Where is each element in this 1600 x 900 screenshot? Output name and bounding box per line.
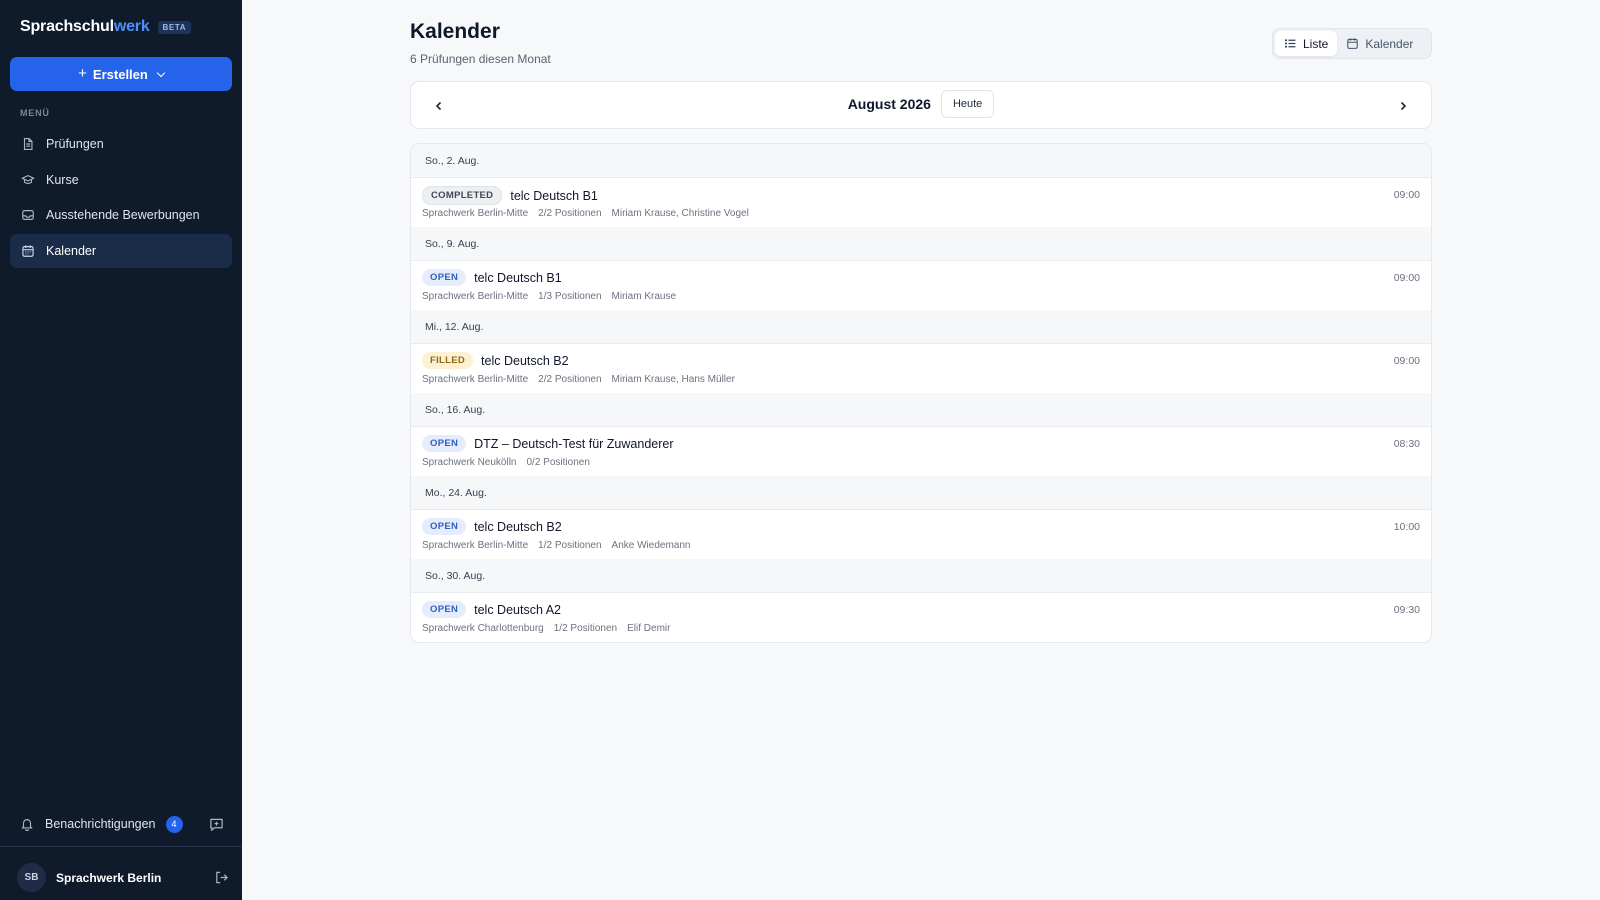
day-header: So., 9. Aug. — [411, 227, 1431, 261]
view-calendar-button[interactable]: Kalender — [1337, 31, 1422, 56]
today-button[interactable]: Heute — [940, 90, 995, 118]
status-badge: OPEN — [422, 518, 467, 535]
exam-positions: 2/2 Positionen — [538, 208, 602, 219]
exam-location: Sprachwerk Neukölln — [422, 457, 517, 468]
exam-title: telc Deutsch A2 — [474, 602, 561, 617]
page-subtitle: 6 Prüfungen diesen Monat — [410, 52, 551, 66]
day-header: So., 16. Aug. — [411, 393, 1431, 427]
create-button-label: Erstellen — [92, 66, 148, 82]
exam-positions: 1/3 Positionen — [538, 291, 602, 302]
graduation-cap-icon — [21, 174, 35, 184]
beta-badge: BETA — [157, 20, 192, 34]
page-title: Kalender — [410, 20, 500, 43]
exam-time: 09:00 — [1393, 355, 1420, 367]
exam-time: 08:30 — [1393, 438, 1420, 450]
list-icon — [1284, 39, 1296, 48]
user-profile[interactable]: SB Sprachwerk Berlin — [17, 863, 229, 892]
exam-people: Miriam Krause, Hans Müller — [611, 374, 735, 385]
chevron-right-icon — [1400, 101, 1407, 111]
exam-positions: 1/2 Positionen — [553, 623, 618, 634]
sidebar-item-label: Kalender — [46, 243, 97, 258]
document-icon — [23, 138, 33, 150]
sidebar-item-pruefungen[interactable]: Prüfungen — [10, 127, 232, 161]
exam-time: 09:00 — [1393, 189, 1420, 201]
exam-time: 09:30 — [1393, 604, 1420, 616]
chevron-down-icon — [156, 68, 166, 77]
sidebar: Sprachschulwerk BETA + Erstellen MENÜ Pr… — [0, 0, 242, 900]
plus-icon: + — [78, 65, 87, 82]
exam-location: Sprachwerk Berlin-Mitte — [422, 208, 529, 219]
avatar: SB — [17, 863, 46, 892]
notifications-link[interactable]: Benachrichtigungen 4 — [20, 812, 224, 836]
exam-location: Sprachwerk Berlin-Mitte — [422, 291, 529, 302]
day-header: So., 2. Aug. — [411, 144, 1431, 178]
exam-positions: 1/2 Positionen — [538, 540, 602, 551]
list-item[interactable]: OPEN telc Deutsch B1 Sprachwerk Berlin-M… — [411, 261, 1431, 310]
exam-people: Miriam Krause, Christine Vogel — [611, 208, 749, 219]
exam-location: Sprachwerk Berlin-Mitte — [422, 540, 529, 551]
exam-title: telc Deutsch B2 — [474, 519, 562, 534]
exam-title: telc Deutsch B1 — [474, 270, 562, 285]
sidebar-item-kurse[interactable]: Kurse — [10, 163, 232, 197]
menu-section-label: MENÜ — [20, 108, 50, 118]
bell-icon — [21, 819, 33, 831]
sidebar-item-bewerbungen[interactable]: Ausstehende Bewerbungen — [10, 198, 232, 232]
exam-people: Miriam Krause — [611, 291, 677, 302]
sidebar-item-label: Prüfungen — [46, 137, 104, 151]
brand-logo[interactable]: Sprachschulwerk BETA — [20, 18, 192, 36]
view-list-label: Liste — [1303, 36, 1329, 51]
exam-time: 10:00 — [1393, 521, 1420, 533]
view-calendar-label: Kalender — [1365, 36, 1414, 51]
day-header: So., 30. Aug. — [411, 559, 1431, 593]
status-badge: COMPLETED — [422, 186, 503, 205]
sidebar-item-label: Ausstehende Bewerbungen — [46, 208, 200, 222]
exam-title: telc Deutsch B2 — [481, 353, 569, 368]
list-item[interactable]: OPEN telc Deutsch A2 Sprachwerk Charlott… — [411, 593, 1431, 642]
current-month: August 2026 — [847, 96, 931, 112]
view-list-button[interactable]: Liste — [1275, 31, 1338, 56]
sidebar-item-label: Kurse — [46, 172, 79, 187]
list-item[interactable]: COMPLETED telc Deutsch B1 Sprachwerk Ber… — [411, 178, 1431, 227]
exam-location: Sprachwerk Charlottenburg — [422, 623, 544, 634]
status-badge: FILLED — [422, 352, 474, 369]
sidebar-item-kalender[interactable]: Kalender — [10, 233, 232, 268]
status-badge: OPEN — [422, 601, 467, 618]
feedback-message-icon[interactable] — [209, 817, 224, 832]
notifications-label: Benachrichtigungen — [45, 817, 156, 831]
brand-name: Sprachschulwerk — [20, 18, 150, 35]
calendar-icon — [22, 244, 34, 257]
month-navigation: August 2026 Heute — [410, 81, 1432, 129]
logout-icon[interactable] — [214, 870, 229, 885]
exam-positions: 2/2 Positionen — [538, 374, 602, 385]
exam-title: DTZ – Deutsch-Test für Zuwanderer — [474, 436, 674, 451]
inbox-icon — [22, 210, 34, 220]
exam-title: telc Deutsch B1 — [510, 188, 598, 203]
sidebar-nav: Prüfungen Kurse Ausstehende Bewerbungen … — [10, 127, 232, 269]
calendar-icon — [1347, 38, 1359, 49]
exam-people: Elif Demir — [627, 623, 671, 634]
exam-time: 09:00 — [1393, 272, 1420, 284]
view-toggle: Liste Kalender — [1272, 28, 1432, 59]
list-item[interactable]: FILLED telc Deutsch B2 Sprachwerk Berlin… — [411, 344, 1431, 393]
status-badge: OPEN — [422, 269, 467, 286]
day-header: Mo., 24. Aug. — [411, 476, 1431, 510]
exam-location: Sprachwerk Berlin-Mitte — [422, 374, 529, 385]
exam-list: So., 2. Aug. COMPLETED telc Deutsch B1 S… — [410, 143, 1432, 643]
list-item[interactable]: OPEN DTZ – Deutsch-Test für Zuwanderer S… — [411, 427, 1431, 476]
notifications-count-badge: 4 — [165, 815, 183, 833]
status-badge: OPEN — [422, 435, 467, 452]
exam-people: Anke Wiedemann — [611, 540, 691, 551]
user-name: Sprachwerk Berlin — [56, 870, 162, 885]
create-button[interactable]: + Erstellen — [10, 57, 232, 91]
day-header: Mi., 12. Aug. — [411, 310, 1431, 344]
sidebar-divider — [0, 846, 242, 847]
next-month-button[interactable] — [1393, 96, 1413, 116]
list-item[interactable]: OPEN telc Deutsch B2 Sprachwerk Berlin-M… — [411, 510, 1431, 559]
exam-positions: 0/2 Positionen — [526, 457, 590, 468]
